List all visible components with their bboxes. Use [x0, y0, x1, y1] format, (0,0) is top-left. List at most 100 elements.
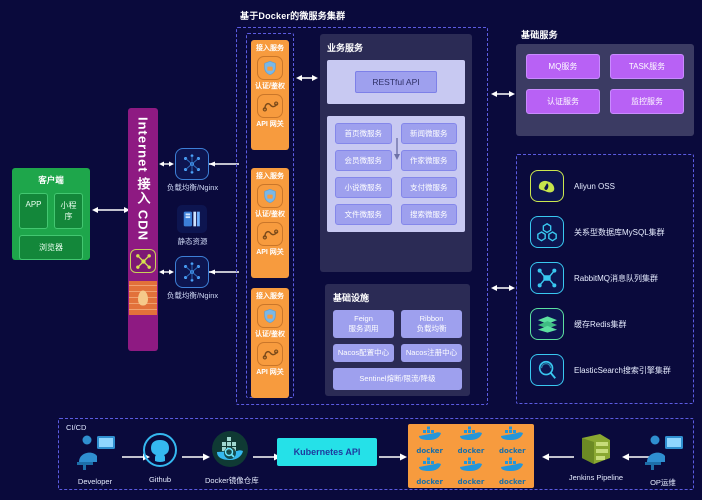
arrow-api-to-microservices [394, 138, 400, 160]
client-chip-browser[interactable]: 浏览器 [19, 235, 83, 260]
auth-icon-2 [257, 184, 283, 208]
arrow-k8s-docker-farm [379, 453, 407, 461]
basic-service-monitor[interactable]: 监控服务 [610, 89, 684, 114]
infra-ribbon[interactable]: Ribbon 负载均衡 [401, 310, 462, 338]
infra-feign[interactable]: Feign 服务调用 [333, 310, 394, 338]
github-label: Github [148, 475, 172, 484]
client-chip-app[interactable]: APP [19, 193, 48, 229]
developer-label: Developer [77, 477, 113, 486]
elasticsearch-label: ElasticSearch搜索引擎集群 [574, 365, 671, 375]
data-service-oss[interactable]: Aliyun OSS [530, 170, 615, 202]
infra-feign-line1: Feign [354, 314, 373, 323]
arrow-zone-basic-services [491, 91, 515, 97]
microservice-novel[interactable]: 小说微服务 [335, 177, 392, 198]
rabbitmq-icon [530, 262, 564, 294]
basic-services-grid: MQ服务 TASK服务 认证服务 监控服务 [526, 54, 684, 114]
docker-instance-6: docker [499, 457, 526, 486]
auth-label-2: 认证/鉴权 [255, 211, 285, 218]
basic-services-panel: MQ服务 TASK服务 认证服务 监控服务 [516, 44, 694, 136]
basic-service-auth[interactable]: 认证服务 [526, 89, 600, 114]
infrastructure-grid: Feign 服务调用 Ribbon 负载均衡 Nacos配置中心 Nacos注册… [333, 310, 462, 390]
infra-ribbon-line2: 负载均衡 [416, 324, 447, 333]
docker-zone-title: 基于Docker的微服务集群 [240, 11, 346, 21]
arrow-lb-bottom-to-zone [209, 269, 239, 275]
docker-instance-5: docker [457, 457, 485, 486]
client-chip-miniprogram[interactable]: 小程序 [54, 193, 83, 229]
infra-sentinel[interactable]: Sentinel熔断/限流/降级 [333, 368, 462, 390]
client-box: 客户端 APP 小程序 浏览器 [12, 168, 90, 260]
client-chip-row: APP 小程序 [19, 193, 83, 229]
microservice-author[interactable]: 作家微服务 [400, 150, 457, 171]
arrow-access-business [296, 75, 318, 81]
docker-registry-node[interactable]: Docker镜像仓库 [205, 430, 259, 486]
github-node[interactable]: Github [140, 432, 180, 484]
static-resource-label: 静态资源 [177, 237, 208, 246]
data-service-rabbitmq[interactable]: RabbitMQ消息队列集群 [530, 262, 658, 294]
aliyun-oss-label: Aliyun OSS [574, 181, 615, 191]
access-service-label-3: 接入服务 [256, 293, 284, 300]
architecture-diagram: 客户端 APP 小程序 浏览器 Internet 接入 CDN 负载均衡/Ngi… [0, 0, 702, 500]
infra-nacos-registry[interactable]: Nacos注册中心 [401, 344, 462, 362]
business-services-title: 业务服务 [327, 43, 364, 53]
data-service-mysql[interactable]: 关系型数据库MySQL集群 [530, 216, 665, 248]
microservice-payment[interactable]: 支付微服务 [400, 177, 457, 198]
infra-ribbon-line1: Ribbon [419, 314, 444, 323]
infra-nacos-config[interactable]: Nacos配置中心 [333, 344, 394, 362]
jenkins-pipeline-label: Jenkins Pipeline [568, 473, 624, 482]
microservice-member[interactable]: 会员微服务 [335, 150, 392, 171]
docker-instance-3: docker [499, 426, 526, 455]
kubernetes-api-box[interactable]: Kubernetes API [277, 438, 377, 466]
mysql-cluster-icon [530, 216, 564, 248]
api-gateway-label-2: API 网关 [256, 249, 284, 256]
access-service-column-2[interactable]: 接入服务 认证/鉴权 API 网关 [251, 168, 289, 278]
arrow-cdn-lb-top [159, 161, 174, 167]
microservice-home[interactable]: 首页微服务 [335, 123, 392, 144]
docker-instance-1: docker [416, 426, 443, 455]
restful-api-container: RESTful API [327, 60, 465, 104]
jenkins-pipeline-node[interactable]: Jenkins Pipeline [568, 432, 624, 482]
auth-label-3: 认证/鉴权 [255, 331, 285, 338]
api-gateway-label-1: API 网关 [256, 121, 284, 128]
business-services-panel: 业务服务 RESTful API 首页微服务 新闻微服务 会员微服务 作家微服务… [320, 34, 472, 272]
github-icon [143, 433, 177, 467]
restful-api-button[interactable]: RESTful API [355, 71, 437, 93]
arrow-zone-data-services [491, 285, 515, 291]
infrastructure-title: 基础设施 [333, 293, 370, 303]
microservice-file[interactable]: 文件微服务 [335, 204, 392, 225]
docker-container-farm: docker docker docker docker docker docke… [408, 424, 534, 488]
load-balancer-bottom-icon [175, 256, 209, 288]
basic-services-title: 基础服务 [521, 30, 558, 40]
basic-service-mq[interactable]: MQ服务 [526, 54, 600, 79]
access-service-column-1[interactable]: 接入服务 认证/鉴权 API 网关 [251, 40, 289, 150]
infrastructure-panel: 基础设施 Feign 服务调用 Ribbon 负载均衡 Nacos配置中心 Na… [325, 284, 470, 396]
docker-label-1: docker [416, 447, 443, 455]
aliyun-oss-icon [530, 170, 564, 202]
data-service-elasticsearch[interactable]: ElasticSearch搜索引擎集群 [530, 354, 671, 386]
firewall-icon [129, 281, 157, 316]
basic-service-task[interactable]: TASK服务 [610, 54, 684, 79]
api-gateway-icon-3 [257, 342, 283, 366]
access-service-column-3[interactable]: 接入服务 认证/鉴权 API 网关 [251, 288, 289, 398]
elasticsearch-icon [530, 354, 564, 386]
ops-engineer-icon [645, 435, 683, 470]
arrow-lb-top-to-zone [209, 161, 239, 167]
redis-label: 缓存Redis集群 [574, 319, 627, 329]
developer-node: Developer [70, 432, 120, 486]
auth-icon-1 [257, 56, 283, 80]
docker-label-2: docker [457, 447, 485, 455]
developer-icon [77, 435, 115, 470]
auth-label-1: 认证/鉴权 [255, 83, 285, 90]
client-title: 客户端 [38, 175, 64, 185]
docker-label-5: docker [457, 478, 485, 486]
docker-registry-label: Docker镜像仓库 [205, 476, 259, 485]
client-chip-row-2: 浏览器 [19, 235, 83, 260]
cdn-bar: Internet 接入 CDN [128, 108, 158, 351]
access-service-label-1: 接入服务 [256, 45, 284, 52]
access-service-label-2: 接入服务 [256, 173, 284, 180]
microservice-search[interactable]: 搜索微服务 [400, 204, 457, 225]
data-service-redis[interactable]: 缓存Redis集群 [530, 308, 626, 340]
api-gateway-icon-1 [257, 94, 283, 118]
microservice-news[interactable]: 新闻微服务 [400, 123, 457, 144]
rabbitmq-label: RabbitMQ消息队列集群 [574, 273, 659, 283]
arrow-cdn-lb-bottom [159, 269, 174, 275]
